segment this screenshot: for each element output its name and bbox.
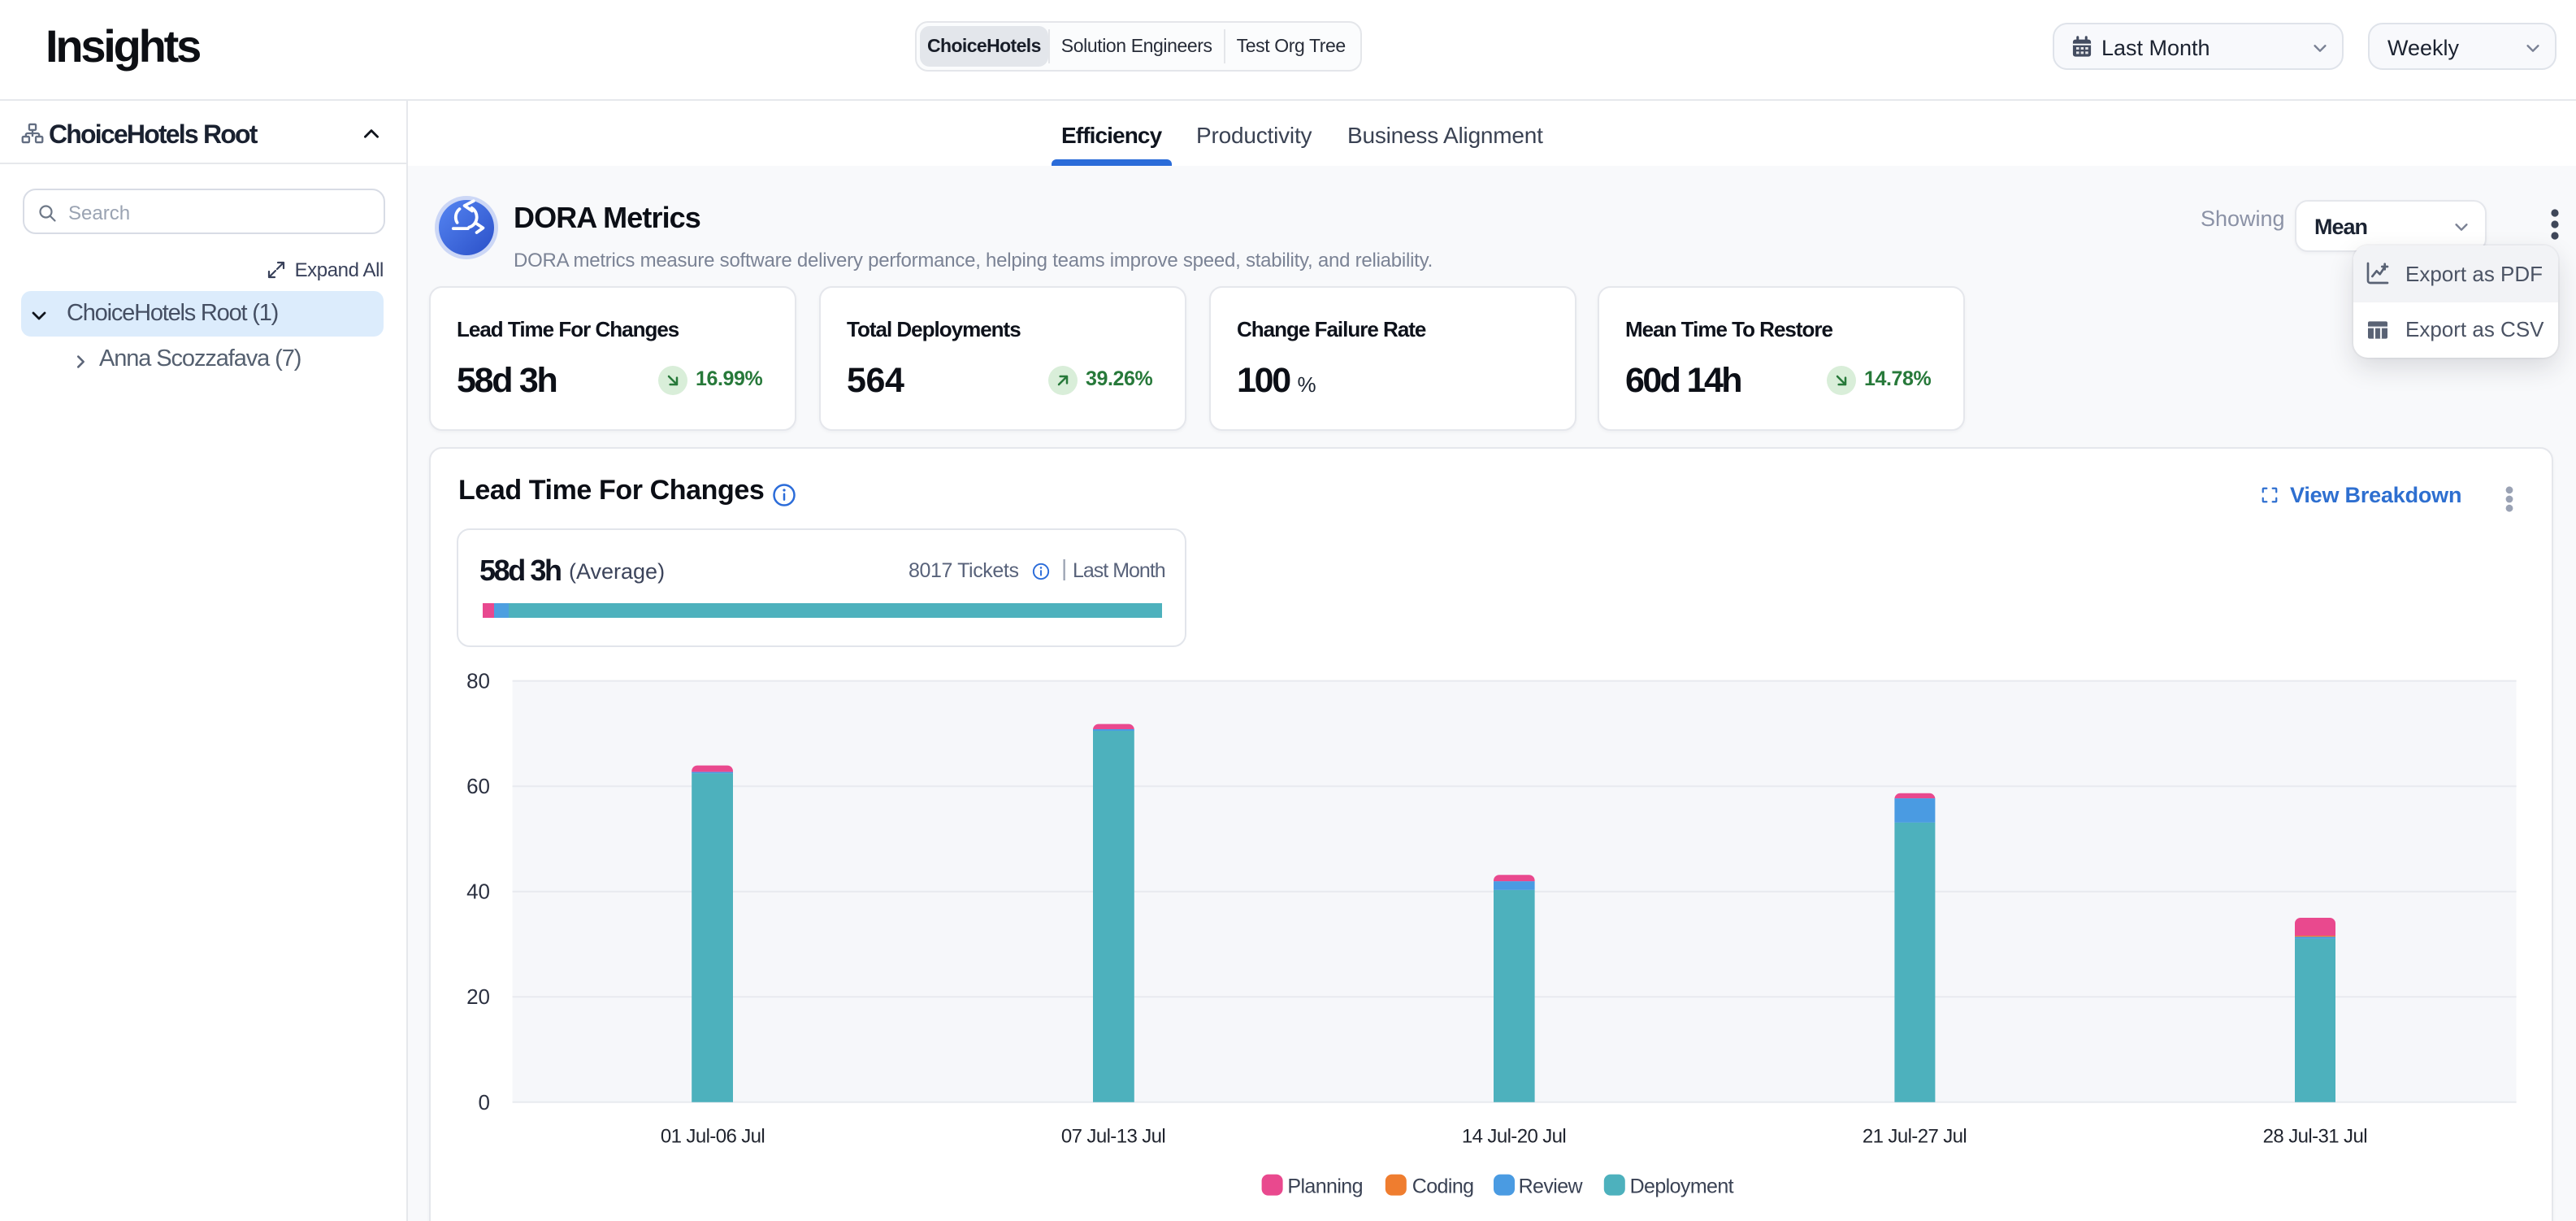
svg-text:60: 60 — [466, 774, 490, 798]
svg-text:28 Jul-31 Jul: 28 Jul-31 Jul — [2263, 1126, 2367, 1148]
svg-text:14 Jul-20 Jul: 14 Jul-20 Jul — [1462, 1126, 1566, 1148]
svg-text:Deployment: Deployment — [1630, 1175, 1734, 1198]
svg-text:40: 40 — [466, 880, 490, 904]
svg-text:0: 0 — [479, 1090, 490, 1115]
svg-text:07 Jul-13 Jul: 07 Jul-13 Jul — [1061, 1126, 1165, 1148]
svg-text:Planning: Planning — [1287, 1175, 1363, 1198]
svg-text:Coding: Coding — [1412, 1175, 1474, 1198]
svg-text:21 Jul-27 Jul: 21 Jul-27 Jul — [1863, 1126, 1967, 1148]
svg-text:Review: Review — [1519, 1175, 1584, 1198]
svg-text:80: 80 — [466, 669, 490, 693]
svg-text:01 Jul-06 Jul: 01 Jul-06 Jul — [661, 1126, 765, 1148]
svg-text:20: 20 — [466, 984, 490, 1009]
